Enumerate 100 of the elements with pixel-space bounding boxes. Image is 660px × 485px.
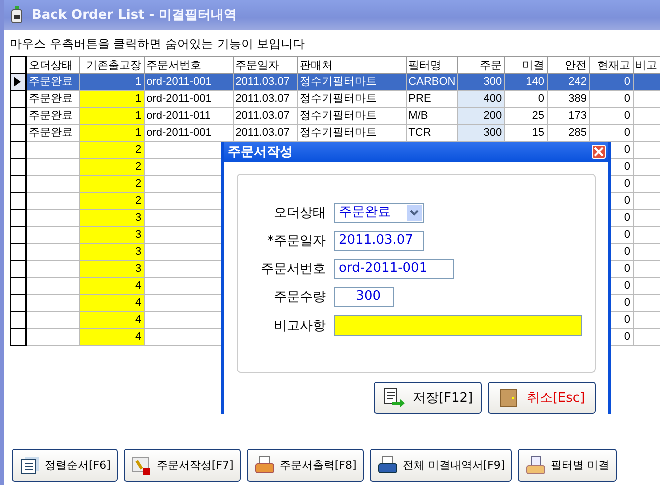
save-button[interactable]: 저장[F12]	[374, 382, 482, 414]
window-title: Back Order List - 미결필터내역	[32, 7, 238, 24]
memo-field[interactable]	[334, 315, 582, 336]
table-cell: 300	[484, 76, 502, 88]
table-cell: TCR	[408, 127, 432, 139]
column-header: 안전	[547, 56, 590, 74]
table-cell: 1	[135, 76, 142, 88]
input-field[interactable]: ord-2011-001	[334, 259, 454, 279]
table-cell: 1	[135, 93, 142, 105]
table-cell: 2	[135, 178, 142, 190]
row-header[interactable]	[10, 244, 26, 260]
table-cell: 0	[624, 161, 630, 173]
row-header[interactable]	[10, 260, 26, 278]
table-cell: 200	[484, 110, 502, 122]
table-cell: 3	[135, 246, 142, 258]
status-dropdown[interactable]: 주문완료	[334, 203, 424, 223]
input-field[interactable]: 300	[334, 287, 394, 307]
row-header[interactable]	[10, 74, 26, 90]
column-header: 현재고	[590, 56, 633, 74]
row-header[interactable]	[10, 278, 26, 294]
toolbar-button[interactable]: 정렬순서[F6]	[12, 449, 118, 482]
toolbar-button[interactable]: 전체 미결내역서[F9]	[370, 449, 512, 482]
close-button[interactable]	[592, 145, 606, 159]
table-cell: 2011.03.07	[236, 127, 290, 139]
row-header[interactable]	[10, 176, 26, 192]
hint-text: 마우스 우측버튼을 클릭하면 숨어있는 기능이 보입니다	[9, 36, 306, 53]
row-header[interactable]	[10, 108, 26, 124]
table-cell: ord-2011-001	[146, 93, 212, 105]
table-cell: 4	[135, 331, 142, 343]
table-cell: CARBON	[408, 76, 456, 88]
table-cell: 0	[624, 263, 630, 275]
table-cell: 140	[526, 76, 545, 88]
document-arrow-icon	[382, 388, 405, 408]
table-cell: 0	[624, 178, 630, 190]
table-cell: 0	[624, 76, 630, 88]
table-cell: 3	[135, 212, 142, 224]
table-cell: 0	[624, 212, 630, 224]
table-cell: 4	[135, 280, 142, 292]
row-header[interactable]	[10, 158, 26, 176]
table-cell: 주문완료	[29, 127, 74, 139]
table-cell: 1	[135, 127, 142, 139]
toolbar-button[interactable]: 주문서작성[F7]	[124, 449, 241, 482]
table-cell: 2	[135, 161, 142, 173]
table-cell: 173	[568, 110, 587, 122]
column-header: 미결	[504, 56, 548, 74]
table-cell: ord-2011-011	[146, 110, 212, 122]
table-cell: 주문완료	[29, 93, 74, 105]
table-cell: 정수기필터마트	[300, 93, 377, 105]
table-cell: 주문완료	[29, 76, 74, 88]
table-cell: 0	[624, 127, 630, 139]
table-cell: ord-2011-001	[146, 76, 212, 88]
table-cell: 정수기필터마트	[300, 127, 377, 139]
field-label: 주문서번호	[260, 261, 326, 278]
printer-icon	[525, 456, 548, 476]
row-header[interactable]	[10, 90, 26, 108]
table-cell: 25	[532, 110, 545, 122]
table-cell: 정수기필터마트	[300, 110, 377, 122]
table-cell: 0	[624, 144, 630, 156]
toolbar-button[interactable]: 필터별 미결	[518, 449, 617, 482]
cancel-button[interactable]: 취소[Esc]	[488, 382, 596, 414]
row-header[interactable]	[10, 294, 26, 312]
row-header[interactable]	[10, 124, 26, 142]
table-cell: 400	[484, 93, 502, 105]
table-cell: 2	[135, 195, 142, 207]
field-label: 오더상태	[273, 205, 326, 222]
input-field[interactable]: 2011.03.07	[334, 231, 424, 251]
table-cell: 0	[624, 297, 630, 309]
table-cell: 0	[624, 246, 630, 258]
table-cell: ord-2011-001	[146, 127, 212, 139]
column-header: 필터명	[406, 56, 458, 74]
table-cell: M/B	[408, 110, 428, 122]
table-cell: 2011.03.07	[236, 110, 290, 122]
table-cell: 0	[624, 93, 630, 105]
table-cell: 주문완료	[29, 110, 74, 122]
table-cell: 300	[484, 127, 502, 139]
row-header[interactable]	[10, 142, 26, 158]
table-cell: 285	[568, 127, 587, 139]
row-header[interactable]	[10, 328, 26, 346]
field-label: 주문수량	[273, 289, 326, 306]
column-header: 판매처	[297, 56, 406, 74]
dialog-title: 주문서작성	[228, 144, 293, 161]
table-cell: 0	[624, 195, 630, 207]
column-header: 오더상태	[26, 56, 80, 74]
row-header[interactable]	[10, 192, 26, 210]
table-cell: 3	[135, 263, 142, 275]
toolbar-button[interactable]: 주문서출력[F8]	[246, 449, 364, 482]
table-cell: 3	[135, 229, 142, 241]
row-header[interactable]	[10, 312, 26, 328]
table-cell: 0	[538, 93, 545, 105]
table-cell: 389	[568, 93, 587, 105]
table-cell: 4	[135, 297, 142, 309]
printer-icon	[376, 456, 399, 476]
tools-icon	[130, 456, 153, 476]
row-header[interactable]	[10, 226, 26, 244]
row-header[interactable]	[10, 210, 26, 226]
table-cell: 0	[624, 110, 630, 122]
table-cell: 0	[624, 331, 630, 343]
table-cell: 2011.03.07	[236, 93, 290, 105]
table-cell: 4	[135, 314, 142, 326]
field-label: *주문일자	[266, 233, 326, 250]
